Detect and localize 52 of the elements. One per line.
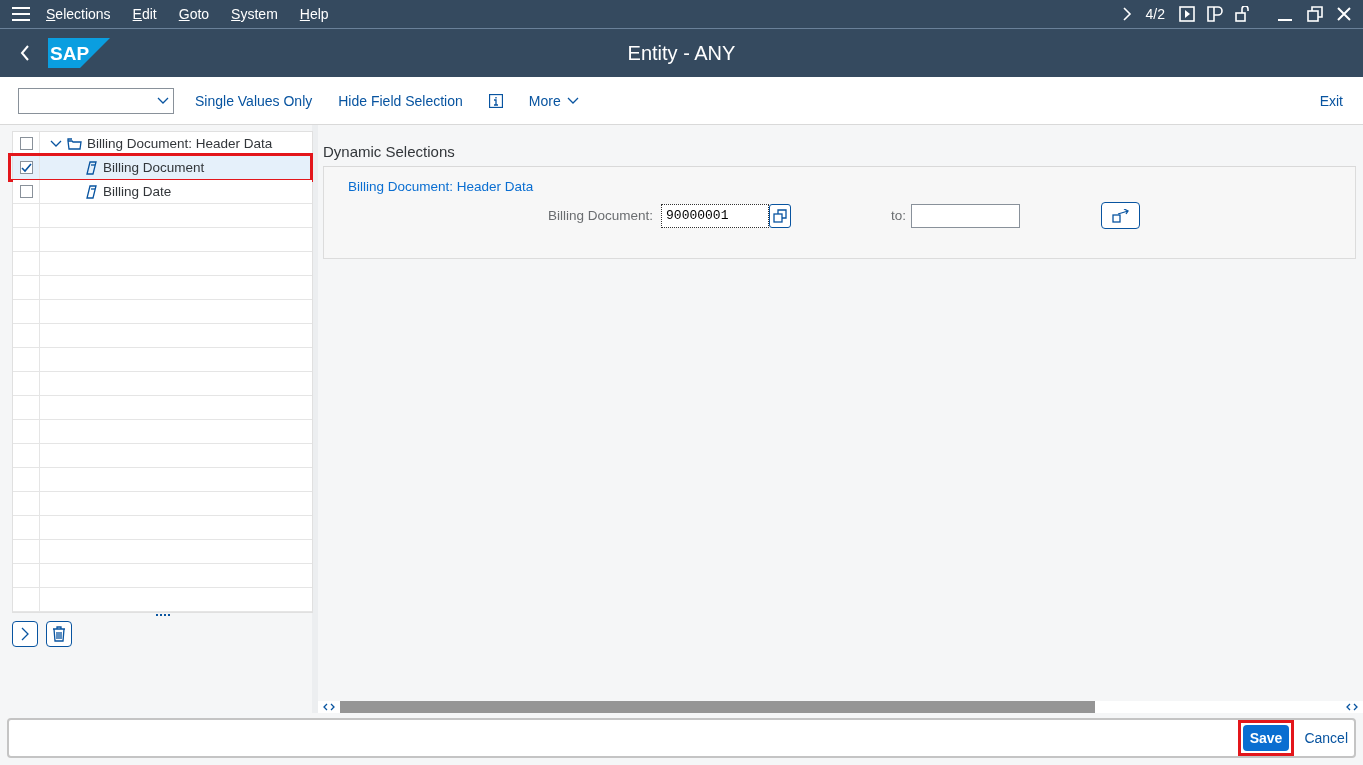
- menu-item[interactable]: Selections: [46, 6, 111, 22]
- field-label: to:: [891, 208, 907, 223]
- menu-item[interactable]: System: [231, 6, 278, 22]
- document-icon: [86, 184, 98, 199]
- checkbox[interactable]: [19, 161, 33, 174]
- tree-item-label: Billing Document: Header Data: [87, 136, 273, 151]
- chevron-right-icon: [21, 627, 29, 641]
- export-button[interactable]: [1101, 202, 1141, 229]
- back-icon[interactable]: [20, 44, 30, 62]
- command-field[interactable]: Save Cancel: [7, 718, 1356, 758]
- exit-button[interactable]: Exit: [1319, 92, 1343, 109]
- session-counter: 4/2: [1145, 6, 1165, 22]
- toolbar-button[interactable]: Hide Field Selection: [338, 92, 463, 109]
- chevron-down-icon: [566, 96, 579, 105]
- checkbox[interactable]: [19, 185, 33, 198]
- trash-icon: [52, 626, 66, 642]
- multiple-selection-button[interactable]: [769, 203, 792, 228]
- horizontal-scrollbar[interactable]: [318, 701, 1363, 713]
- menu-item[interactable]: Goto: [178, 6, 210, 22]
- cancel-button[interactable]: Cancel: [1304, 730, 1348, 746]
- info-icon[interactable]: [488, 93, 503, 108]
- group-title: Billing Document: Header Data: [348, 179, 535, 194]
- chevron-right-icon[interactable]: [1121, 6, 1132, 22]
- save-button[interactable]: Save: [1242, 725, 1290, 751]
- menu-item[interactable]: Help: [299, 6, 329, 22]
- export-icon: [1111, 208, 1130, 223]
- unlock-icon[interactable]: [1235, 6, 1251, 22]
- input-field[interactable]: [911, 203, 1021, 228]
- tree-row[interactable]: Billing Date: [13, 180, 312, 204]
- input-field[interactable]: 90000001: [661, 203, 770, 228]
- expand-button[interactable]: [12, 621, 38, 647]
- layout-icon[interactable]: [1207, 6, 1223, 22]
- tree-item-label: Billing Date: [103, 184, 172, 199]
- delete-button[interactable]: [46, 621, 72, 647]
- more-button[interactable]: More: [528, 92, 579, 109]
- field-label: Billing Document:: [548, 208, 654, 223]
- toolbar-button[interactable]: Single Values Only: [195, 92, 313, 109]
- folder-icon: [67, 137, 82, 150]
- play-icon[interactable]: [1179, 6, 1195, 22]
- tree-item-label: Billing Document: [103, 160, 205, 175]
- close-icon[interactable]: [1337, 7, 1351, 21]
- restore-icon[interactable]: [1307, 6, 1323, 22]
- menu-icon[interactable]: [12, 7, 30, 21]
- window-title: Entity - ANY: [627, 41, 736, 65]
- variant-dropdown[interactable]: [18, 87, 174, 114]
- chevron-down-icon: [157, 96, 169, 105]
- document-icon: [86, 160, 98, 175]
- logo: SAP: [48, 38, 110, 68]
- checkbox[interactable]: [19, 137, 33, 150]
- chevron-down-icon[interactable]: [50, 139, 62, 148]
- resize-grip-icon[interactable]: [155, 613, 170, 617]
- menu-item[interactable]: Edit: [132, 6, 157, 22]
